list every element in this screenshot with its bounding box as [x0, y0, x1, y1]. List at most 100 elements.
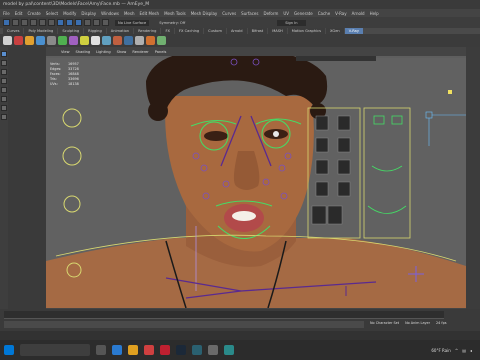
menu-v-ray[interactable]: V-Ray [335, 11, 346, 16]
save-scene-icon[interactable] [30, 19, 37, 26]
v-ray-framebuffer-icon[interactable] [146, 36, 155, 45]
3d-viewport[interactable]: Verts: 16957 Edges: 33728 Faces: 16848 Tris: 33… [46, 56, 466, 308]
chrome-icon[interactable] [144, 345, 154, 355]
redo-icon[interactable] [48, 19, 55, 26]
v-ray-dome-icon[interactable] [36, 36, 45, 45]
right-eye-highlight [273, 131, 279, 137]
windows-taskbar: 60°F Rain ^ ▤ ◂ [0, 340, 480, 360]
tray-chevron-icon[interactable]: ^ [455, 348, 458, 353]
menu-deform[interactable]: Deform [263, 11, 278, 16]
menu-select[interactable]: Select [46, 11, 58, 16]
menu-display[interactable]: Display [81, 11, 96, 16]
v-ray-fur-icon[interactable] [113, 36, 122, 45]
poly-count-hud: Verts: 16957 Edges: 33728 Faces: 16848 Tris: 33… [50, 62, 79, 87]
outliner-panel[interactable] [8, 47, 46, 309]
time-slider: No Character Set No Anim Layer 24 fps [0, 309, 480, 331]
system-tray: 60°F Rain ^ ▤ ◂ [431, 340, 476, 360]
v-ray-render-icon[interactable] [3, 36, 12, 45]
light-icon[interactable] [448, 90, 452, 94]
menu-windows[interactable]: Windows [101, 11, 119, 16]
taskbar-search-box[interactable] [20, 344, 90, 356]
mode-dropdown[interactable] [3, 19, 10, 26]
scale-tool-icon[interactable] [1, 96, 7, 102]
volume-icon[interactable]: ◂ [470, 348, 472, 353]
windows-start-icon[interactable] [4, 345, 14, 355]
hud-row: UVs: 18138 [50, 82, 79, 87]
status-line: No Live Surface Symmetry: Off Sign In [0, 17, 480, 28]
left-eye [204, 131, 228, 141]
range-slider[interactable] [4, 321, 364, 328]
v-ray-sun-icon[interactable] [80, 36, 89, 45]
hair-curl-left [148, 101, 168, 121]
v-ray-volume-icon[interactable] [124, 36, 133, 45]
character-set-field[interactable]: No Character Set [370, 321, 399, 325]
app-teal-icon[interactable] [192, 345, 202, 355]
fps-field[interactable]: 24 fps [436, 321, 447, 325]
nose [233, 151, 260, 190]
teeth [232, 211, 256, 221]
shelf [0, 34, 480, 47]
v-ray-ipr-icon[interactable] [14, 36, 23, 45]
select-by-object-icon[interactable] [66, 19, 73, 26]
symmetry-label[interactable]: Symmetry: Off [159, 21, 185, 25]
snap-grid-icon[interactable] [84, 19, 91, 26]
hud-value: 18138 [68, 82, 79, 86]
select-by-component-icon[interactable] [75, 19, 82, 26]
menu-mesh-display[interactable]: Mesh Display [191, 11, 218, 16]
menu-modify[interactable]: Modify [63, 11, 76, 16]
anim-layer-field[interactable]: No Anim Layer [405, 321, 430, 325]
v-ray-mesh-icon[interactable] [47, 36, 56, 45]
menu-mesh[interactable]: Mesh [124, 11, 135, 16]
network-icon[interactable]: ▤ [462, 348, 466, 353]
menu-uv[interactable]: UV [283, 11, 289, 16]
channel-box[interactable] [466, 47, 480, 309]
v-ray-proxy-icon[interactable] [58, 36, 67, 45]
v-ray-settings-icon[interactable] [135, 36, 144, 45]
undo-icon[interactable] [39, 19, 46, 26]
live-surface-label[interactable]: No Live Surface [115, 19, 150, 26]
snap-point-icon[interactable] [102, 19, 109, 26]
menu-cache[interactable]: Cache [318, 11, 330, 16]
edge-browser-icon[interactable] [112, 345, 122, 355]
sign-in-button[interactable]: Sign In [277, 19, 306, 26]
paint-select-tool-icon[interactable] [1, 69, 7, 75]
menu-help[interactable]: Help [370, 11, 379, 16]
tool-box [0, 47, 8, 309]
command-line[interactable] [0, 331, 480, 340]
rotate-tool-icon[interactable] [1, 87, 7, 93]
window-title-bar: model by pal\content\3D\Models\Face\Amy\… [0, 0, 480, 9]
move-tool-icon[interactable] [1, 78, 7, 84]
time-ruler[interactable] [4, 311, 444, 319]
menu-generate[interactable]: Generate [294, 11, 313, 16]
viewport-scene [46, 56, 466, 308]
menu-file[interactable]: File [3, 11, 10, 16]
lasso-tool-icon[interactable] [1, 60, 7, 66]
v-ray-sphere-icon[interactable] [91, 36, 100, 45]
menu-mesh-tools[interactable]: Mesh Tools [164, 11, 186, 16]
snap-curve-icon[interactable] [93, 19, 100, 26]
app-red-icon[interactable] [160, 345, 170, 355]
task-view-icon[interactable] [96, 345, 106, 355]
weather-widget[interactable]: 60°F Rain [431, 348, 450, 353]
maya-icon[interactable] [224, 345, 234, 355]
v-ray-light-icon[interactable] [25, 36, 34, 45]
menu-edit[interactable]: Edit [15, 11, 23, 16]
select-tool-icon[interactable] [1, 51, 7, 57]
menu-curves[interactable]: Curves [222, 11, 236, 16]
menu-edit-mesh[interactable]: Edit Mesh [140, 11, 160, 16]
v-ray-material-icon[interactable] [69, 36, 78, 45]
open-scene-icon[interactable] [21, 19, 28, 26]
main-menu-bar: File Edit Create Select Modify Display Windows… [0, 9, 480, 17]
file-explorer-icon[interactable] [128, 345, 138, 355]
menu-surfaces[interactable]: Surfaces [241, 11, 258, 16]
four-view-layout-icon[interactable] [1, 114, 7, 120]
v-ray-camera-icon[interactable] [102, 36, 111, 45]
menu-arnold[interactable]: Arnold [352, 11, 365, 16]
app-gray-icon[interactable] [208, 345, 218, 355]
new-scene-icon[interactable] [12, 19, 19, 26]
select-by-hierarchy-icon[interactable] [57, 19, 64, 26]
v-ray-plane-icon[interactable] [157, 36, 166, 45]
steam-icon[interactable] [176, 345, 186, 355]
menu-create[interactable]: Create [27, 11, 40, 16]
single-view-layout-icon[interactable] [1, 105, 7, 111]
